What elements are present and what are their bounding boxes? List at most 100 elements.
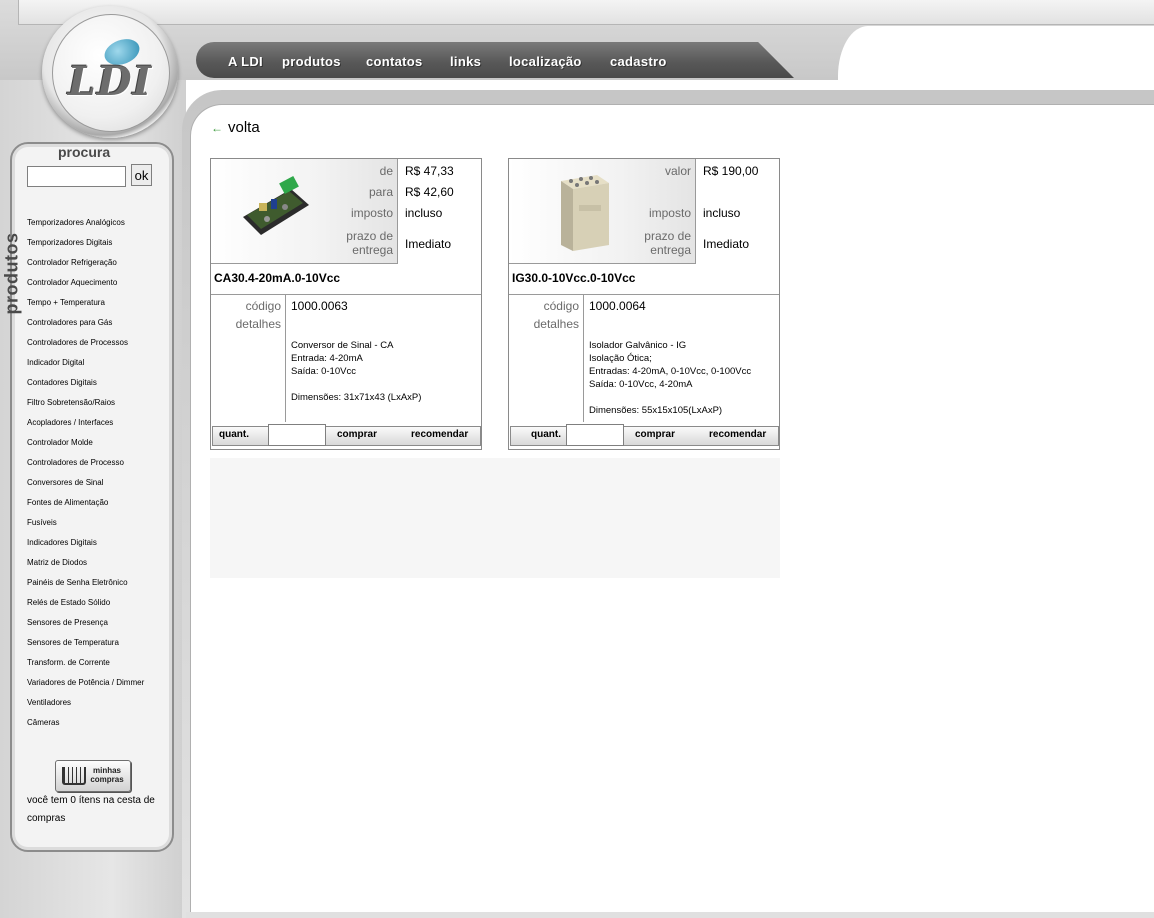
quantity-label: quant. — [531, 429, 561, 440]
category-item[interactable]: Acopladores / Interfaces — [27, 418, 144, 438]
delivery-label-line2: entrega — [352, 243, 393, 257]
details-label: detalhes — [235, 317, 281, 331]
nav-item-cadastro[interactable]: cadastro — [610, 54, 667, 69]
back-link[interactable]: volta — [228, 119, 260, 136]
nav-item-localizacao[interactable]: localização — [509, 54, 582, 69]
quantity-input[interactable] — [268, 424, 326, 446]
product-image[interactable] — [553, 169, 613, 253]
tax-label: imposto — [648, 206, 691, 220]
nav-item-contatos[interactable]: contatos — [366, 54, 423, 69]
code-label: código — [543, 299, 579, 313]
quantity-input[interactable] — [566, 424, 624, 446]
description-line: Isolação Ótica; — [589, 353, 652, 364]
price-from-label: de — [379, 164, 393, 178]
sidebar-vertical-label: produtos — [1, 232, 22, 315]
product-code: 1000.0064 — [589, 299, 646, 313]
product-action-bar: quant. comprar recomendar — [212, 424, 481, 446]
category-item[interactable]: Relés de Estado Sólido — [27, 598, 144, 618]
tax-label: imposto — [350, 206, 393, 220]
category-item[interactable]: Controlador Molde — [27, 438, 144, 458]
description-line: Isolador Galvânico - IG — [589, 340, 687, 351]
tax-value: incluso — [703, 206, 741, 220]
description-line: Dimensões: 31x71x43 (LxAxP) — [291, 392, 422, 403]
category-item[interactable]: Variadores de Potência / Dimmer — [27, 678, 144, 698]
delivery-label: prazo de entrega — [644, 229, 691, 257]
product-name[interactable]: CA30.4-20mA.0-10Vcc — [214, 271, 340, 285]
category-item[interactable]: Controladores de Processos — [27, 338, 144, 358]
detail-column-divider — [285, 295, 286, 422]
category-item[interactable]: Conversores de Sinal — [27, 478, 144, 498]
price-from-value: R$ 47,33 — [405, 164, 454, 178]
category-item[interactable]: Sensores de Presença — [27, 618, 144, 638]
category-item[interactable]: Câmeras — [27, 718, 144, 738]
category-item[interactable]: Controladores para Gás — [27, 318, 144, 338]
delivery-label-line1: prazo de — [346, 229, 393, 243]
top-frame-strip — [18, 0, 1154, 25]
category-item[interactable]: Temporizadores Analógicos — [27, 218, 144, 238]
detail-column-divider — [583, 295, 584, 422]
nav-item-produtos[interactable]: produtos — [282, 54, 341, 69]
category-list: Temporizadores Analógicos Temporizadores… — [27, 218, 144, 738]
shopping-cart-icon — [62, 767, 86, 785]
cart-status: você tem 0 ítens na cesta de compras — [27, 795, 155, 824]
description-line: Dimensões: 55x15x105(LxAxP) — [589, 405, 723, 416]
category-item[interactable]: Filtro Sobretensão/Raios — [27, 398, 144, 418]
category-item[interactable]: Controladores de Processo — [27, 458, 144, 478]
recommend-button[interactable]: recomendar — [411, 429, 468, 440]
category-item[interactable]: Sensores de Temperatura — [27, 638, 144, 658]
category-item[interactable]: Temporizadores Digitais — [27, 238, 144, 258]
product-image[interactable] — [237, 173, 313, 243]
search-input[interactable] — [27, 166, 126, 187]
product-action-bar: quant. comprar recomendar — [510, 424, 779, 446]
recommend-button[interactable]: recomendar — [709, 429, 766, 440]
category-item[interactable]: Matriz de Diodos — [27, 558, 144, 578]
category-item[interactable]: Controlador Refrigeração — [27, 258, 144, 278]
price-value-label: valor — [664, 164, 691, 178]
buy-button[interactable]: comprar — [635, 429, 675, 440]
search-ok-button[interactable]: ok — [131, 164, 152, 186]
top-right-panel — [838, 26, 1154, 96]
description-line — [291, 378, 421, 391]
nav-item-links[interactable]: links — [450, 54, 481, 69]
product-description: Conversor de Sinal - CA Entrada: 4-20mA … — [291, 339, 421, 404]
description-line: Saída: 0-10Vcc — [291, 366, 356, 377]
product-card: de R$ 47,33 para R$ 42,60 imposto inclus… — [210, 158, 482, 450]
description-line — [589, 391, 751, 404]
details-label: detalhes — [533, 317, 579, 331]
price-to-value: R$ 42,60 — [405, 185, 454, 199]
price-to-label: para — [368, 185, 393, 199]
delivery-value: Imediato — [703, 237, 750, 251]
category-item[interactable]: Fusíveis — [27, 518, 144, 538]
search-title: procura — [58, 144, 111, 160]
my-purchases-label-line2: compras — [90, 775, 124, 784]
category-item[interactable]: Contadores Digitais — [27, 378, 144, 398]
description-line: Conversor de Sinal - CA — [291, 340, 394, 351]
delivery-label-line2: entrega — [650, 243, 691, 257]
product-name[interactable]: IG30.0-10Vcc.0-10Vcc — [512, 271, 635, 285]
category-item[interactable]: Ventiladores — [27, 698, 144, 718]
description-line: Entrada: 4-20mA — [291, 353, 363, 364]
description-line: Saída: 0-10Vcc, 4-20mA — [589, 379, 693, 390]
my-purchases-button[interactable]: minhas compras — [55, 760, 131, 792]
category-item[interactable]: Indicador Digital — [27, 358, 144, 378]
tax-value: incluso — [405, 206, 443, 220]
code-label: código — [245, 299, 281, 313]
arrow-left-icon[interactable]: ← — [211, 121, 223, 135]
my-purchases-label-line1: minhas — [92, 766, 121, 775]
delivery-label-line1: prazo de — [644, 229, 691, 243]
card-divider — [509, 294, 779, 295]
category-item[interactable]: Controlador Aquecimento — [27, 278, 144, 298]
bottom-strip — [186, 912, 1154, 918]
category-item[interactable]: Indicadores Digitais — [27, 538, 144, 558]
card-divider — [211, 294, 481, 295]
category-item[interactable]: Fontes de Alimentação — [27, 498, 144, 518]
quantity-label: quant. — [219, 429, 249, 440]
description-line: Entradas: 4-20mA, 0-10Vcc, 0-100Vcc — [589, 366, 752, 377]
category-item[interactable]: Transform. de Corrente — [27, 658, 144, 678]
delivery-value: Imediato — [405, 237, 452, 251]
category-item[interactable]: Tempo + Temperatura — [27, 298, 144, 318]
product-card: valor R$ 190,00 imposto incluso prazo de… — [508, 158, 780, 450]
buy-button[interactable]: comprar — [337, 429, 377, 440]
category-item[interactable]: Painéis de Senha Eletrônico — [27, 578, 144, 598]
nav-item-a-ldi[interactable]: A LDI — [228, 54, 263, 69]
